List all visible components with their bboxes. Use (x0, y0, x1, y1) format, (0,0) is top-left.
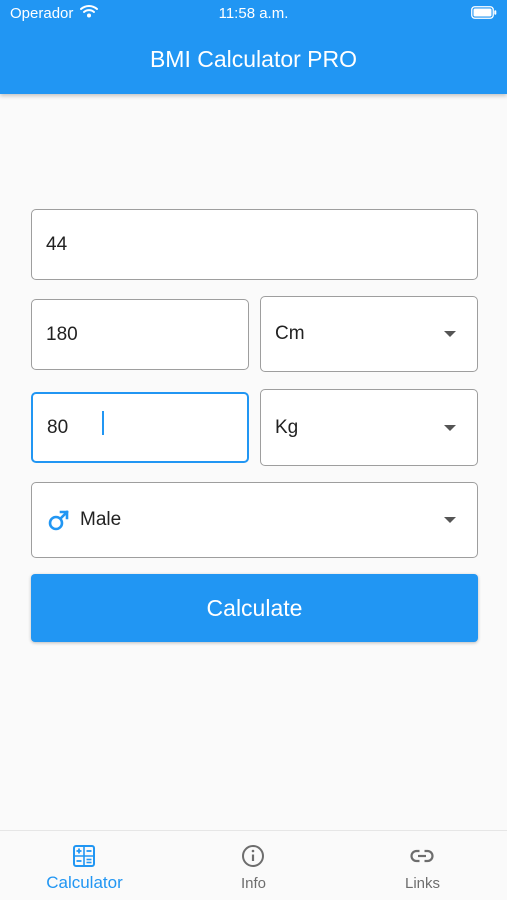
height-field[interactable]: 180 (31, 299, 249, 370)
info-icon (242, 845, 264, 867)
tab-calculator-label: Calculator (46, 873, 123, 892)
age-value: 44 (46, 233, 68, 255)
tab-info[interactable]: Info (169, 831, 338, 900)
gender-dropdown[interactable]: Male (31, 482, 478, 558)
gender-value: Male (80, 509, 122, 530)
battery-icon (471, 6, 497, 19)
weight-value: 80 (47, 416, 69, 438)
bottom-nav: Calculator Info Links (0, 830, 507, 900)
height-value: 180 (46, 323, 78, 345)
chevron-down-icon (444, 424, 456, 431)
height-unit-dropdown[interactable]: Cm (260, 296, 478, 372)
link-icon (410, 849, 434, 863)
calculator-icon (73, 845, 95, 867)
tab-calculator[interactable]: Calculator (0, 831, 169, 900)
chevron-down-icon (444, 331, 456, 337)
tab-links-label: Links (404, 875, 441, 892)
tab-info-label: Info (240, 875, 267, 892)
text-caret (102, 411, 104, 435)
male-icon (48, 510, 69, 531)
weight-unit-value: Kg (275, 416, 299, 438)
page-title: BMI Calculator PRO (149, 46, 358, 72)
age-field[interactable]: 44 (31, 209, 478, 280)
height-unit-value: Cm (275, 323, 305, 344)
status-bar: Operador 11:58 a.m. (0, 0, 507, 28)
clock: 11:58 a.m. (218, 5, 289, 22)
app-header: Operador 11:58 a.m. BMI Calculator PRO (0, 0, 507, 94)
weight-unit-dropdown[interactable]: Kg (260, 389, 478, 466)
tab-links[interactable]: Links (338, 831, 507, 900)
weight-field[interactable]: 80 (31, 392, 249, 463)
chevron-down-icon (444, 517, 456, 523)
calculate-button[interactable]: Calculate (31, 574, 478, 642)
